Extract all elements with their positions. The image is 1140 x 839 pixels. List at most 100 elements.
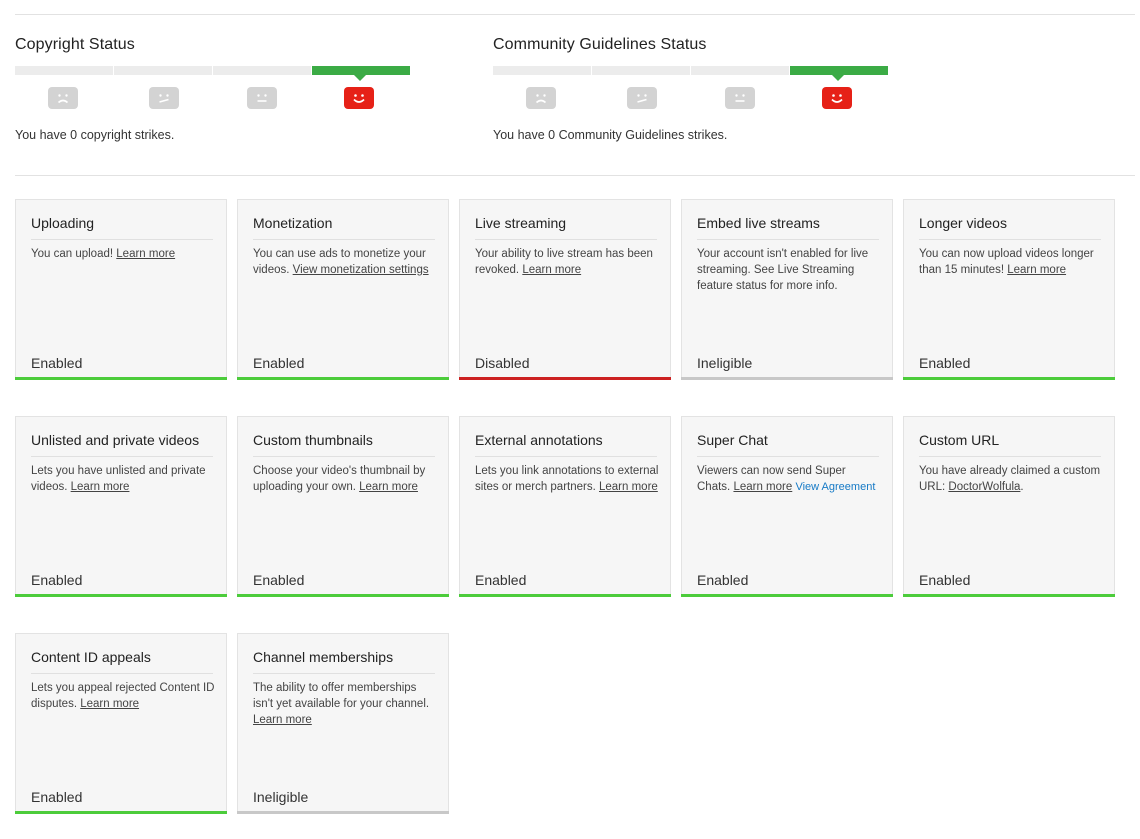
community-faces [493, 87, 893, 111]
copyright-status-message: You have 0 copyright strikes. [15, 128, 175, 142]
learn-more-link[interactable]: Learn more [1007, 264, 1066, 276]
strike-segment-current [790, 66, 888, 81]
neutral-face-icon [725, 87, 755, 109]
copyright-strike-bar [15, 66, 411, 81]
status-line [15, 377, 227, 380]
card-title: Channel memberships [253, 649, 435, 674]
status-line [237, 594, 449, 597]
community-status: Community Guidelines Status You have 0 C… [493, 36, 888, 142]
status-line [15, 594, 227, 597]
card-status: Ineligible [253, 789, 309, 805]
status-line [237, 377, 449, 380]
card-status: Enabled [31, 789, 83, 805]
card-desc-text: Your account isn't enabled for live stre… [697, 248, 869, 292]
card-title: Super Chat [697, 432, 879, 457]
card-title: Custom thumbnails [253, 432, 435, 457]
custom-url-link[interactable]: DoctorWolfula [948, 481, 1020, 493]
card-description: Lets you appeal rejected Content ID disp… [31, 680, 216, 712]
learn-more-link[interactable]: Learn more [522, 264, 581, 276]
card-description: Your ability to live stream has been rev… [475, 246, 660, 278]
copyright-status-title: Copyright Status [15, 36, 135, 53]
view-monetization-settings-link[interactable]: View monetization settings [293, 264, 429, 276]
top-divider [15, 14, 1135, 15]
happy-face-icon [344, 87, 374, 109]
card-title: Embed live streams [697, 215, 879, 240]
view-agreement-link[interactable]: View Agreement [795, 481, 875, 493]
sad-face-icon [526, 87, 556, 109]
feature-card-custom-url: Custom URL You have already claimed a cu… [903, 416, 1115, 597]
card-status: Ineligible [697, 355, 753, 371]
status-line [15, 811, 227, 814]
card-desc-text: The ability to offer memberships isn't y… [253, 682, 430, 710]
feature-card-external-annotations: External annotations Lets you link annot… [459, 416, 671, 597]
status-line [681, 594, 893, 597]
status-line [459, 594, 671, 597]
neutral-face-icon [247, 87, 277, 109]
strike-segment [691, 66, 789, 75]
copyright-status: Copyright Status You have 0 copyright st… [15, 36, 410, 142]
card-status: Enabled [31, 355, 83, 371]
card-description: The ability to offer memberships isn't y… [253, 680, 438, 728]
feature-card-monetization: Monetization You can use ads to monetize… [237, 199, 449, 380]
status-line [459, 377, 671, 380]
feature-card-unlisted-private-videos: Unlisted and private videos Lets you hav… [15, 416, 227, 597]
card-status: Enabled [253, 355, 305, 371]
card-status: Enabled [919, 572, 971, 588]
learn-more-link[interactable]: Learn more [733, 481, 792, 493]
skeptical-face-icon [627, 87, 657, 109]
status-line [237, 811, 449, 814]
card-title: Monetization [253, 215, 435, 240]
learn-more-link[interactable]: Learn more [80, 698, 139, 710]
card-status: Enabled [697, 572, 749, 588]
happy-face-icon [822, 87, 852, 109]
card-description: Choose your video's thumbnail by uploadi… [253, 463, 438, 495]
card-title: Content ID appeals [31, 649, 213, 674]
card-description: Your account isn't enabled for live stre… [697, 246, 882, 294]
card-title: Longer videos [919, 215, 1101, 240]
feature-card-embed-live-streams: Embed live streams Your account isn't en… [681, 199, 893, 380]
feature-card-super-chat: Super Chat Viewers can now send Super Ch… [681, 416, 893, 597]
card-description: You have already claimed a custom URL: D… [919, 463, 1104, 495]
status-line [903, 377, 1115, 380]
status-line [903, 594, 1115, 597]
strike-segment [15, 66, 113, 75]
card-status: Enabled [253, 572, 305, 588]
feature-card-custom-thumbnails: Custom thumbnails Choose your video's th… [237, 416, 449, 597]
skeptical-face-icon [149, 87, 179, 109]
copyright-faces [15, 87, 415, 111]
learn-more-link[interactable]: Learn more [253, 714, 312, 726]
card-title: External annotations [475, 432, 657, 457]
status-line [681, 377, 893, 380]
feature-card-channel-memberships: Channel memberships The ability to offer… [237, 633, 449, 814]
card-desc-text: You can upload! [31, 248, 114, 260]
learn-more-link[interactable]: Learn more [116, 248, 175, 260]
card-description: Lets you link annotations to external si… [475, 463, 660, 495]
card-status: Enabled [31, 572, 83, 588]
community-status-title: Community Guidelines Status [493, 36, 707, 53]
feature-card-longer-videos: Longer videos You can now upload videos … [903, 199, 1115, 380]
card-description: Viewers can now send Super Chats. Learn … [697, 463, 882, 495]
community-strike-bar [493, 66, 889, 81]
card-description: You can now upload videos longer than 15… [919, 246, 1104, 278]
feature-card-uploading: Uploading You can upload! Learn more Ena… [15, 199, 227, 380]
learn-more-link[interactable]: Learn more [71, 481, 130, 493]
card-desc-suffix: . [1020, 481, 1024, 493]
strike-segment [493, 66, 591, 75]
strike-segment [592, 66, 690, 75]
card-title: Live streaming [475, 215, 657, 240]
card-description: You can use ads to monetize your videos.… [253, 246, 438, 278]
learn-more-link[interactable]: Learn more [359, 481, 418, 493]
learn-more-link[interactable]: Learn more [599, 481, 658, 493]
section-divider [15, 175, 1135, 176]
feature-card-content-id-appeals: Content ID appeals Lets you appeal rejec… [15, 633, 227, 814]
strike-segment-current [312, 66, 410, 81]
strike-segment [213, 66, 311, 75]
community-status-message: You have 0 Community Guidelines strikes. [493, 128, 728, 142]
feature-card-live-streaming: Live streaming Your ability to live stre… [459, 199, 671, 380]
card-title: Custom URL [919, 432, 1101, 457]
card-status: Enabled [475, 572, 527, 588]
card-title: Unlisted and private videos [31, 432, 213, 457]
card-description: Lets you have unlisted and private video… [31, 463, 216, 495]
card-status: Disabled [475, 355, 530, 371]
sad-face-icon [48, 87, 78, 109]
